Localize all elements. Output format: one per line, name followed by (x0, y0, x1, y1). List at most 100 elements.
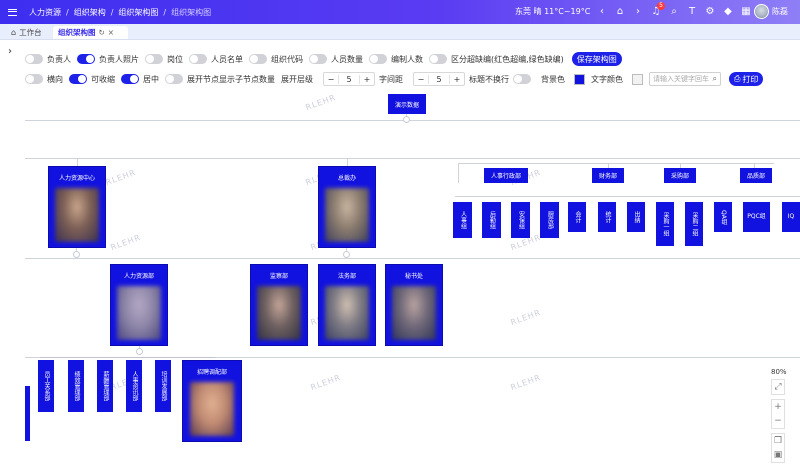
org-node-unit[interactable]: 人事资讯部 (126, 360, 142, 412)
collapsed-node-indicator[interactable] (25, 386, 30, 441)
zoom-out-button[interactable]: − (774, 414, 782, 428)
bell-icon[interactable]: ♫ 5 (648, 2, 665, 20)
collapse-dot[interactable] (136, 348, 143, 355)
back-icon[interactable]: ‹ (594, 4, 610, 20)
org-node-unit[interactable]: 统计 (598, 202, 616, 232)
increment-button[interactable]: + (360, 75, 374, 84)
toggle-staff-list[interactable]: 人员名单 (189, 54, 243, 65)
switch[interactable] (145, 54, 163, 64)
toggle-position[interactable]: 岗位 (145, 54, 183, 65)
home-icon[interactable]: ⌂ (612, 4, 628, 20)
char-spacing-value[interactable]: 5 (428, 74, 450, 84)
collapse-dot[interactable] (403, 116, 410, 123)
toggle-headcount[interactable]: 人员数量 (309, 54, 363, 65)
switch[interactable] (369, 54, 387, 64)
org-node-root[interactable]: 演示数据 (388, 94, 426, 114)
org-node-finance[interactable]: 财务部 (592, 168, 624, 183)
search-input[interactable]: 请输入关键字回车 ⌕ (649, 72, 721, 86)
switch[interactable] (25, 74, 43, 84)
org-node-unit[interactable]: 出纳 (627, 202, 645, 232)
switch[interactable] (249, 54, 267, 64)
refresh-icon[interactable]: ↻ (99, 28, 105, 37)
char-spacing-stepper[interactable]: −5 + (413, 72, 465, 86)
collapse-dot[interactable] (343, 251, 350, 258)
toggle-establishment[interactable]: 编制人数 (369, 54, 423, 65)
forward-icon[interactable]: › (630, 4, 646, 20)
org-node-unit[interactable]: 人事组 (453, 202, 472, 238)
org-node-unit[interactable]: IQ (782, 202, 800, 232)
breadcrumb-org[interactable]: 组织架构 (74, 7, 106, 18)
grid-icon[interactable]: ▦ (738, 4, 754, 20)
switch[interactable] (309, 54, 327, 64)
increment-button[interactable]: + (450, 75, 464, 84)
breadcrumb-orgchart[interactable]: 组织架构图 (118, 7, 158, 18)
expand-sidebar-icon[interactable]: › (8, 46, 12, 57)
print-button[interactable]: ⎙ 打印 (729, 72, 764, 86)
org-node-president-office[interactable]: 总裁办 (318, 166, 376, 248)
toggle-child-count[interactable]: 展开节点显示子节点数量 (165, 74, 275, 85)
user-avatar[interactable] (754, 4, 769, 19)
org-node-unit[interactable]: 后勤组 (482, 202, 501, 238)
org-node-unit[interactable]: 采购一组 (656, 202, 674, 246)
toggle-org-code[interactable]: 组织代码 (249, 54, 303, 65)
collapse-dot[interactable] (73, 251, 80, 258)
font-size-icon[interactable]: T (684, 4, 700, 20)
breadcrumb-hr[interactable]: 人力资源 (29, 7, 61, 18)
decrement-button[interactable]: − (324, 75, 338, 84)
switch[interactable] (189, 54, 207, 64)
toggle-collapsible[interactable]: 可收缩 (69, 74, 115, 85)
tab-home[interactable]: ⌂ 工作台 (6, 26, 47, 39)
expand-level-value[interactable]: 5 (338, 74, 360, 84)
switch[interactable] (69, 74, 87, 84)
org-chart-canvas[interactable]: RLEHR RLEHR RLEHR RLEHR RLEHR RLEHR RLEH… (0, 88, 800, 464)
theme-icon[interactable]: ◆ (720, 4, 736, 20)
org-node-unit[interactable]: 采购二组 (685, 202, 703, 246)
download-icon[interactable]: ▣ (774, 448, 783, 462)
toggle-over-under[interactable]: 区分超缺编(红色超编,绿色缺编) (429, 54, 564, 65)
org-node-unit[interactable]: 厨房部 (540, 202, 559, 238)
user-name[interactable]: 陈磊 (772, 6, 788, 17)
switch[interactable] (165, 74, 183, 84)
save-chart-button[interactable]: 保存架构图 (571, 52, 622, 66)
org-node-recruitment[interactable]: 招聘调配部 (182, 360, 242, 442)
expand-level-stepper[interactable]: −5 + (323, 72, 375, 86)
org-node-unit[interactable]: 员工关系部 (38, 360, 54, 412)
org-node-quality[interactable]: 品质部 (740, 168, 772, 183)
switch[interactable] (77, 54, 95, 64)
toggle-leader-photo[interactable]: 负责人照片 (77, 54, 139, 65)
org-node-unit[interactable]: 安保组 (511, 202, 530, 238)
search-icon[interactable]: ⌕ (666, 4, 682, 20)
bg-color-picker[interactable] (574, 73, 585, 85)
settings-icon[interactable]: ⚙ (702, 4, 718, 20)
org-node-purchasing[interactable]: 采购部 (664, 168, 696, 183)
org-node-unit[interactable]: 会计 (568, 202, 586, 232)
org-node-admin[interactable]: 人事行政部 (484, 168, 528, 183)
decrement-button[interactable]: − (414, 75, 428, 84)
search-icon[interactable]: ⌕ (713, 74, 717, 84)
switch[interactable] (25, 54, 43, 64)
switch[interactable] (513, 74, 531, 84)
close-icon[interactable]: × (108, 28, 114, 37)
fit-screen-icon[interactable]: ⤢ (774, 380, 781, 394)
text-color-picker[interactable] (632, 73, 643, 85)
org-node-hr-dept[interactable]: 人力资源部 (110, 264, 168, 346)
org-node-unit[interactable]: 薪酬管理部 (97, 360, 113, 412)
org-node-unit[interactable]: 培训发展部 (155, 360, 171, 412)
toggle-no-wrap[interactable]: 标题不换行 (469, 74, 535, 85)
zoom-in-button[interactable]: + (774, 400, 782, 414)
switch[interactable] (121, 74, 139, 84)
org-node-hr-center[interactable]: 人力资源中心 (48, 166, 106, 248)
copy-icon[interactable]: ❐ (774, 434, 782, 448)
toggle-center[interactable]: 居中 (121, 74, 159, 85)
org-node-unit[interactable]: 绩效管理部 (68, 360, 84, 412)
org-node-supervision[interactable]: 监察部 (250, 264, 308, 346)
tab-org-chart[interactable]: 组织架构图 ↻ × (53, 26, 128, 39)
toggle-leader[interactable]: 负责人 (25, 54, 71, 65)
org-node-unit[interactable]: QA组 (714, 202, 732, 232)
toggle-horizontal[interactable]: 横向 (25, 74, 63, 85)
org-node-legal[interactable]: 法务部 (318, 264, 376, 346)
org-node-secretariat[interactable]: 秘书处 (385, 264, 443, 346)
switch[interactable] (429, 54, 447, 64)
menu-icon[interactable] (8, 8, 17, 16)
org-node-unit[interactable]: PQC组 (743, 202, 770, 232)
